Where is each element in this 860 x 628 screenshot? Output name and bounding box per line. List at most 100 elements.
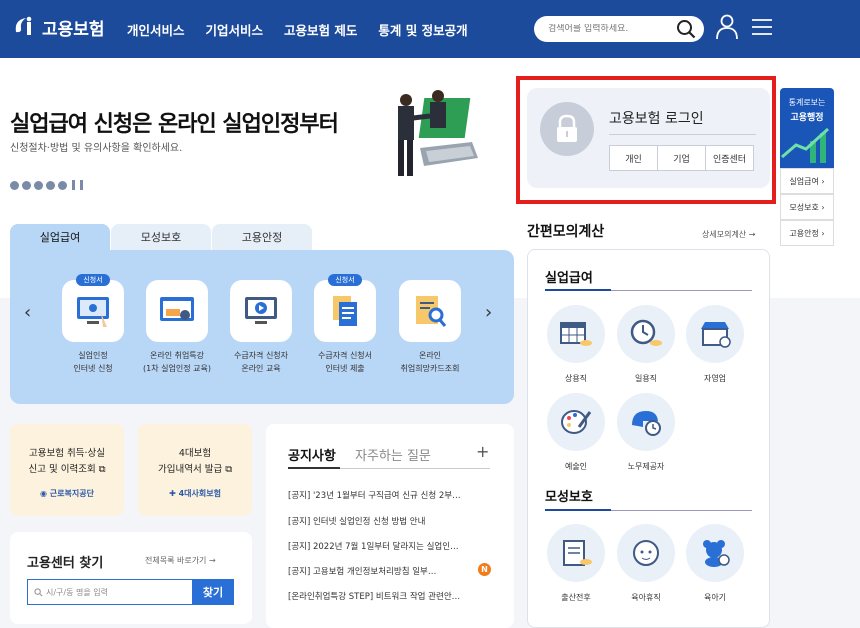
calc-item[interactable]: 일용직 — [617, 305, 675, 384]
user-icon[interactable] — [716, 14, 738, 40]
carousel-dot[interactable] — [58, 180, 67, 190]
search-document-icon — [416, 296, 447, 327]
card-source: 4대사회보험 — [178, 489, 221, 498]
carousel-dot[interactable] — [34, 180, 43, 190]
notice-item[interactable]: [공지] '23년 1월부터 구직급여 신규 신청 2부… — [288, 489, 498, 501]
external-link-icon: ⧉ — [225, 464, 233, 475]
four-insurance-card[interactable]: 4대보험가입내역서 발급 ⧉ ✚ 4대사회보험 — [138, 424, 252, 516]
kcomwel-logo-icon: ◉ — [40, 489, 50, 498]
next-arrow-icon[interactable]: › — [485, 302, 492, 323]
notice-item[interactable]: [공지] 2022년 7월 1일부터 달라지는 실업인… — [288, 540, 498, 552]
card-line2: 신고 및 이력조회 — [28, 464, 96, 475]
search-icon[interactable] — [676, 19, 696, 39]
document-coins-icon — [563, 540, 592, 566]
top-header: 고용보험 개인서비스 기업서비스 고용보험 제도 통계 및 정보공개 — [0, 0, 860, 58]
carousel-dot[interactable] — [46, 180, 55, 190]
side-link-maternity[interactable]: 모성보호 › — [780, 194, 834, 220]
logo-mark-icon — [15, 16, 32, 35]
site-logo[interactable]: 고용보험 — [12, 14, 105, 40]
chart-up-icon — [781, 127, 830, 163]
computer-icon — [77, 297, 109, 327]
calc-item[interactable]: 자영업 — [686, 305, 744, 384]
baby-face-icon — [633, 540, 659, 566]
tab-faq[interactable]: 자주하는 질문 — [355, 445, 431, 464]
notice-divider — [340, 468, 490, 469]
service-item[interactable]: 신청서 수급자격 신청서 인터넷 제출 — [314, 274, 376, 375]
card-line1: 4대보험 — [178, 448, 212, 459]
center-search-placeholder: 시/구/동 명을 입력 — [46, 587, 108, 597]
insurance-history-card[interactable]: 고용보험 취득·상실 신고 및 이력조회 ⧉ ◉ 근로복지공단 — [10, 424, 124, 516]
calc-item[interactable]: 노무제공자 — [617, 393, 675, 472]
service-badge: 신청서 — [328, 274, 362, 286]
carousel-indicators — [10, 180, 83, 190]
service-label-line2: 취업희망카드조회 — [400, 364, 460, 373]
calc-detail-link[interactable]: 상세모의계산 → — [702, 229, 755, 240]
tab-maternity[interactable]: 모성보호 — [111, 224, 211, 250]
highlight-box — [516, 76, 776, 204]
calc-item[interactable]: 예술인 — [547, 393, 605, 472]
search-input[interactable] — [548, 24, 678, 34]
calc-item-label: 육아기 — [703, 593, 727, 602]
hamburger-menu-icon[interactable] — [752, 18, 772, 36]
tab-stability[interactable]: 고용안정 — [212, 224, 312, 250]
calc-section-unemployment: 실업급여 — [545, 271, 593, 286]
clock-coins-icon — [630, 319, 662, 346]
side-link-stability[interactable]: 고용안정 › — [780, 220, 834, 246]
tab-notice[interactable]: 공지사항 — [288, 445, 336, 464]
center-search-input[interactable]: 시/구/동 명을 입력 — [27, 579, 193, 605]
section-underline — [545, 289, 611, 291]
calc-item[interactable]: 출산전후 — [547, 524, 605, 603]
notice-item[interactable]: [공지] 인터넷 실업인정 신청 방법 안내 — [288, 515, 498, 527]
play-monitor-icon — [245, 297, 277, 324]
nav-business[interactable]: 기업서비스 — [206, 20, 264, 39]
service-item[interactable]: 온라인 취업특강 (1차 실업인정 교육) — [143, 280, 211, 375]
carousel-dot[interactable] — [10, 180, 19, 190]
side-link-unemployment[interactable]: 실업급여 › — [780, 168, 834, 194]
section-underline — [545, 509, 611, 511]
logo-text: 고용보험 — [42, 19, 105, 40]
external-link-icon: ⧉ — [98, 464, 106, 475]
calc-item-label: 출산전후 — [561, 593, 591, 602]
calc-item-label: 육아휴직 — [631, 593, 661, 602]
calc-item-label: 노무제공자 — [627, 462, 665, 471]
helmet-clock-icon — [632, 411, 661, 436]
nav-system[interactable]: 고용보험 제도 — [284, 20, 357, 39]
stats-banner-line1: 통계로보는 — [788, 98, 826, 107]
prev-arrow-icon[interactable]: ‹ — [24, 302, 31, 323]
card-line2: 가입내역서 발급 — [157, 464, 223, 475]
pause-icon[interactable] — [72, 180, 75, 190]
hero-title[interactable]: 실업급여 신청은 온라인 실업인정부터 — [10, 106, 339, 138]
stats-banner[interactable]: 통계로보는 고용행정 — [780, 88, 834, 168]
card-source: 근로복지공단 — [49, 489, 94, 498]
tab-unemployment[interactable]: 실업급여 — [10, 224, 110, 250]
center-list-link[interactable]: 전체목록 바로가기 → — [145, 555, 216, 566]
calc-title: 간편모의계산 — [527, 224, 605, 240]
calc-item[interactable]: 육아기 — [686, 524, 744, 603]
notice-item[interactable]: [온라인취업특강 STEP] 비트워크 작업 관련안… — [288, 590, 498, 602]
service-item[interactable]: 수급자격 신청자 온라인 교육 — [230, 280, 292, 375]
calc-item[interactable]: 상용직 — [547, 305, 605, 384]
service-label-line1: 온라인 — [418, 351, 442, 360]
service-item[interactable]: 신청서 실업인정 인터넷 신청 — [62, 274, 124, 375]
notice-tab-underline — [288, 467, 340, 469]
calc-item[interactable]: 육아휴직 — [617, 524, 675, 603]
calc-item-label: 상용직 — [564, 374, 588, 383]
service-badge: 신청서 — [76, 274, 110, 286]
social-insurance-logo-icon: ✚ — [169, 489, 179, 498]
nav-personal[interactable]: 개인서비스 — [127, 20, 185, 39]
calendar-coins-icon — [560, 322, 592, 346]
stats-banner-line2: 고용행정 — [790, 113, 824, 123]
calc-section-maternity: 모성보호 — [545, 490, 593, 505]
search-icon — [34, 588, 43, 597]
service-item[interactable]: 온라인취업희망카드조회 — [399, 280, 461, 375]
nav-stats[interactable]: 통계 및 정보공개 — [378, 20, 467, 39]
calc-item-label: 자영업 — [703, 374, 727, 383]
more-plus-icon[interactable]: + — [476, 442, 489, 461]
center-search-button[interactable]: 찾기 — [192, 579, 234, 605]
main-nav: 개인서비스 기업서비스 고용보험 제도 통계 및 정보공개 — [127, 20, 489, 39]
pause-icon-bar — [80, 180, 83, 190]
carousel-dot[interactable] — [22, 180, 31, 190]
video-lecture-icon — [160, 297, 194, 321]
notice-item[interactable]: [공지] 고용보험 개인정보처리방침 일부… — [288, 565, 474, 577]
center-finder-title: 고용센터 찾기 — [27, 556, 104, 571]
